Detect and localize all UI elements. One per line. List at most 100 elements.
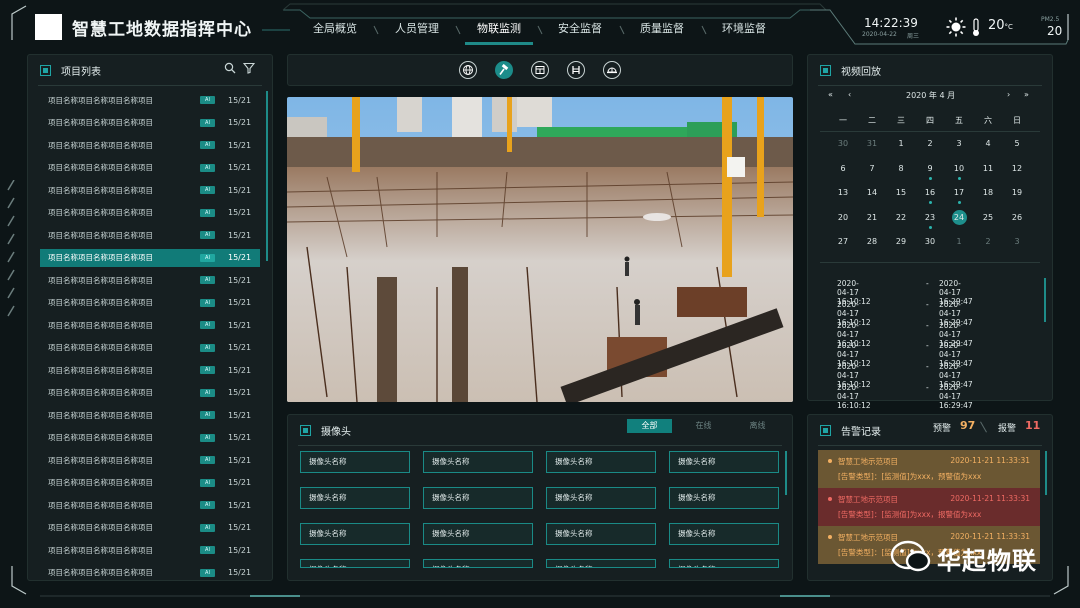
- project-list-item[interactable]: 项目名称项目名称项目名称项目 AI 15/21: [40, 294, 260, 312]
- project-list-item[interactable]: 项目名称项目名称项目名称项目 AI 15/21: [40, 226, 260, 244]
- calendar-day[interactable]: 5: [1006, 139, 1028, 148]
- helmet-icon[interactable]: [603, 61, 621, 79]
- globe-icon[interactable]: [459, 61, 477, 79]
- calendar-day[interactable]: 21: [861, 213, 883, 222]
- calendar-day[interactable]: 30: [832, 139, 854, 148]
- project-list-item[interactable]: 项目名称项目名称项目名称项目 AI 15/21: [40, 339, 260, 357]
- alarm-record[interactable]: 智慧工地示范项目 2020-11-21 11:33:31 [告警类型]：[监测值]为…: [818, 450, 1040, 488]
- project-list-item[interactable]: 项目名称项目名称项目名称项目 AI 15/21: [40, 429, 260, 447]
- project-list-item[interactable]: 项目名称项目名称项目名称项目 AI 15/21: [40, 91, 260, 109]
- camera-item[interactable]: 摄像头名称: [300, 451, 410, 473]
- camera-item[interactable]: 摄像头名称: [300, 559, 410, 568]
- project-list-item[interactable]: 项目名称项目名称项目名称项目 AI 15/21: [40, 496, 260, 514]
- cameras-scrollbar[interactable]: [785, 451, 787, 495]
- project-list-item[interactable]: 项目名称项目名称项目名称项目 AI 15/21: [40, 451, 260, 469]
- project-list-item[interactable]: 项目名称项目名称项目名称项目 AI 15/21: [40, 114, 260, 132]
- calendar-day[interactable]: 23: [919, 213, 941, 222]
- project-list-item[interactable]: 项目名称项目名称项目名称项目 AI 15/21: [40, 541, 260, 559]
- panel-icon[interactable]: [531, 61, 549, 79]
- calendar-day[interactable]: 31: [861, 139, 883, 148]
- calendar-day[interactable]: 18: [977, 188, 999, 197]
- alarm-count: 11: [1025, 419, 1041, 432]
- calendar-day[interactable]: 2: [977, 237, 999, 246]
- camera-item[interactable]: 摄像头名称: [423, 451, 533, 473]
- calendar-day[interactable]: 7: [861, 164, 883, 173]
- camera-item[interactable]: 摄像头名称: [300, 487, 410, 509]
- barrier-icon[interactable]: [567, 61, 585, 79]
- calendar-day[interactable]: 6: [832, 164, 854, 173]
- logo: [35, 14, 62, 40]
- calendar-day[interactable]: 13: [832, 188, 854, 197]
- alarm-record[interactable]: 智慧工地示范项目 2020-11-21 11:33:31 [告警类型]：[监测值]为…: [818, 488, 1040, 526]
- project-list-item[interactable]: 项目名称项目名称项目名称项目 AI 15/21: [40, 406, 260, 424]
- project-list-item[interactable]: 项目名称项目名称项目名称项目 AI 15/21: [40, 159, 260, 177]
- calendar-day[interactable]: 3: [948, 139, 970, 148]
- calendar-day[interactable]: 8: [890, 164, 912, 173]
- camera-item[interactable]: 摄像头名称: [423, 487, 533, 509]
- calendar-day[interactable]: 10: [948, 164, 970, 173]
- calendar-day[interactable]: 22: [890, 213, 912, 222]
- calendar-day[interactable]: 29: [890, 237, 912, 246]
- project-list-scrollbar[interactable]: [266, 91, 268, 261]
- project-list-item[interactable]: 项目名称项目名称项目名称项目 AI 15/21: [40, 136, 260, 154]
- tab-offline[interactable]: 离线: [735, 419, 780, 433]
- next-month-button[interactable]: ›: [1007, 90, 1010, 99]
- calendar-day[interactable]: 9: [919, 164, 941, 173]
- camera-item[interactable]: 摄像头名称: [300, 523, 410, 545]
- calendar-day[interactable]: 11: [977, 164, 999, 173]
- video-player[interactable]: 1#: [287, 97, 793, 402]
- calendar-day[interactable]: 4: [977, 139, 999, 148]
- project-list-item[interactable]: 项目名称项目名称项目名称项目 AI 15/21: [40, 474, 260, 492]
- calendar-day[interactable]: 25: [977, 213, 999, 222]
- project-list-item[interactable]: 项目名称项目名称项目名称项目 AI 15/21: [40, 316, 260, 334]
- alarm-scrollbar[interactable]: [1045, 451, 1047, 495]
- calendar-day[interactable]: 12: [1006, 164, 1028, 173]
- camera-item[interactable]: 摄像头名称: [546, 487, 656, 509]
- filter-icon[interactable]: [243, 62, 255, 74]
- record-sep: -: [926, 383, 929, 392]
- camera-item[interactable]: 摄像头名称: [423, 559, 533, 568]
- calendar-day[interactable]: 28: [861, 237, 883, 246]
- prev-year-button[interactable]: «: [828, 90, 833, 99]
- ai-badge: AI: [200, 478, 215, 487]
- project-list-item[interactable]: 项目名称项目名称项目名称项目 AI 15/21: [40, 564, 260, 582]
- calendar-day[interactable]: 24: [948, 213, 970, 222]
- calendar-day[interactable]: 26: [1006, 213, 1028, 222]
- calendar-day[interactable]: 27: [832, 237, 854, 246]
- calendar-day[interactable]: 19: [1006, 188, 1028, 197]
- project-list-item[interactable]: 项目名称项目名称项目名称项目 AI 15/21: [40, 519, 260, 537]
- camera-item[interactable]: 摄像头名称: [669, 559, 779, 568]
- project-list-item[interactable]: 项目名称项目名称项目名称项目 AI 15/21: [40, 248, 260, 267]
- ai-badge: AI: [200, 96, 215, 104]
- camera-item[interactable]: 摄像头名称: [423, 523, 533, 545]
- replay-record-scrollbar[interactable]: [1044, 278, 1046, 322]
- camera-item[interactable]: 摄像头名称: [669, 523, 779, 545]
- alarm-time: 2020-11-21 11:33:31: [950, 456, 1030, 465]
- calendar-day[interactable]: 14: [861, 188, 883, 197]
- calendar-day[interactable]: 20: [832, 213, 854, 222]
- calendar-day[interactable]: 15: [890, 188, 912, 197]
- calendar-day[interactable]: 17: [948, 188, 970, 197]
- camera-item[interactable]: 摄像头名称: [669, 451, 779, 473]
- calendar-day[interactable]: 30: [919, 237, 941, 246]
- next-year-button[interactable]: »: [1024, 90, 1029, 99]
- prev-month-button[interactable]: ‹: [848, 90, 851, 99]
- hammer-icon[interactable]: [495, 61, 513, 79]
- camera-item[interactable]: 摄像头名称: [546, 559, 656, 568]
- search-icon[interactable]: [224, 62, 236, 74]
- calendar-day[interactable]: 2: [919, 139, 941, 148]
- calendar-day[interactable]: 1: [890, 139, 912, 148]
- tab-online[interactable]: 在线: [681, 419, 726, 433]
- calendar-day[interactable]: 1: [948, 237, 970, 246]
- camera-item[interactable]: 摄像头名称: [546, 451, 656, 473]
- project-list-item[interactable]: 项目名称项目名称项目名称项目 AI 15/21: [40, 204, 260, 222]
- project-list-item[interactable]: 项目名称项目名称项目名称项目 AI 15/21: [40, 271, 260, 289]
- tab-all[interactable]: 全部: [627, 419, 672, 433]
- camera-item[interactable]: 摄像头名称: [669, 487, 779, 509]
- calendar-day[interactable]: 3: [1006, 237, 1028, 246]
- calendar-day[interactable]: 16: [919, 188, 941, 197]
- project-list-item[interactable]: 项目名称项目名称项目名称项目 AI 15/21: [40, 384, 260, 402]
- project-list-item[interactable]: 项目名称项目名称项目名称项目 AI 15/21: [40, 361, 260, 379]
- camera-item[interactable]: 摄像头名称: [546, 523, 656, 545]
- project-list-item[interactable]: 项目名称项目名称项目名称项目 AI 15/21: [40, 181, 260, 199]
